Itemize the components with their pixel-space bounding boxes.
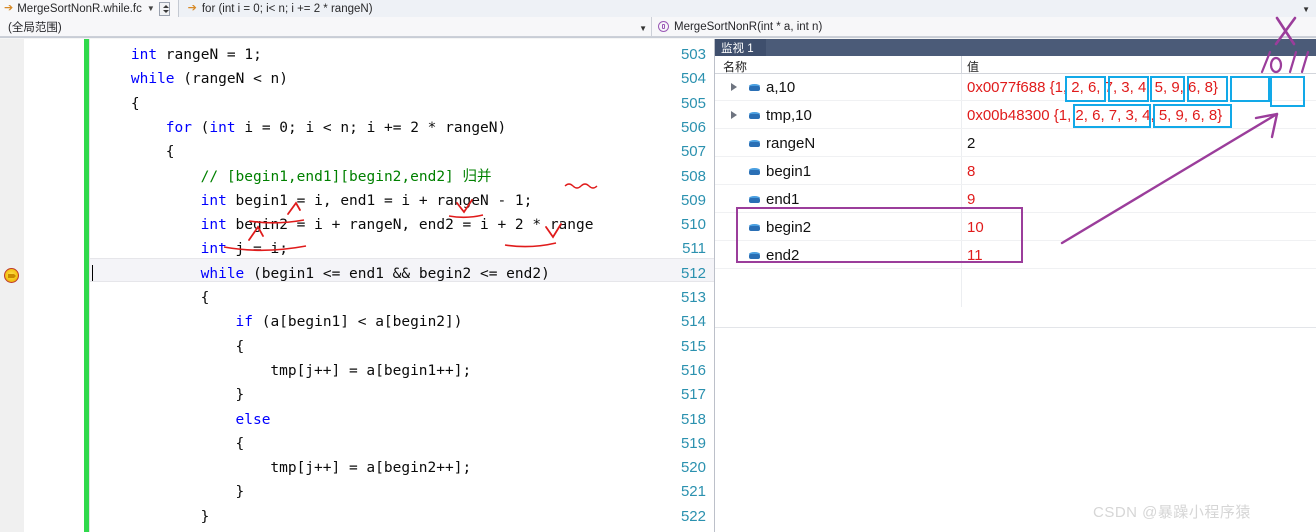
variable-icon xyxy=(749,140,760,148)
watch-row-value[interactable]: 10 xyxy=(967,219,984,236)
statement-tab[interactable]: ➔ for (int i = 0; i< n; i += 2 * rangeN) xyxy=(183,0,373,17)
variable-icon xyxy=(749,168,760,176)
watch-row[interactable]: tmp,10 0x00b48300 {1, 2, 6, 7, 3, 4, 5, 9… xyxy=(715,103,1316,129)
watch-row-name: a,10 xyxy=(766,79,795,96)
code-editor[interactable]: 5035045055065075085095105115125135145155… xyxy=(0,39,714,532)
function-dropdown[interactable]: MergeSortNonR(int * a, int n) xyxy=(652,17,1316,37)
method-icon xyxy=(658,21,669,32)
editor-tab-strip: ➔ MergeSortNonR.while.fc ▼ ➔ for (int i … xyxy=(0,0,1316,18)
code-line[interactable]: { xyxy=(166,145,175,160)
code-line[interactable]: else xyxy=(236,413,271,428)
column-header-name[interactable]: 名称 xyxy=(723,58,747,75)
document-tab-label: MergeSortNonR.while.fc xyxy=(17,3,142,15)
watch-tab-label: 监视 1 xyxy=(721,40,754,56)
editor-indicator-margin[interactable] xyxy=(0,39,24,532)
function-dropdown-label: MergeSortNonR(int * a, int n) xyxy=(674,21,822,33)
code-line[interactable]: tmp[j++] = a[begin2++]; xyxy=(270,461,471,476)
code-line[interactable]: } xyxy=(201,510,210,525)
tab-overflow-chevron-down-icon[interactable]: ▼ xyxy=(1302,5,1310,14)
variable-icon xyxy=(749,112,760,120)
chevron-down-icon[interactable]: ▼ xyxy=(147,4,155,13)
watch-row-name: end1 xyxy=(766,191,799,208)
code-line[interactable]: int j = i; xyxy=(201,242,288,257)
watch-row-value[interactable]: 9 xyxy=(967,191,975,208)
code-line[interactable]: } xyxy=(236,485,245,500)
code-line[interactable]: // [begin1,end1][begin2,end2] 归并 xyxy=(201,170,492,185)
code-line[interactable]: if (a[begin1] < a[begin2]) xyxy=(236,315,463,330)
watch-empty-row[interactable] xyxy=(715,307,1316,328)
watch-panel[interactable]: 监视 1 名称 值 a,10 0x0077f688 {1, 2, 6, 7, 3,… xyxy=(714,39,1316,532)
watch-tab-bar: 监视 1 xyxy=(715,39,1316,56)
document-tab-mergesort[interactable]: ➔ MergeSortNonR.while.fc ▼ xyxy=(0,0,179,17)
right-arrow-icon: ➔ xyxy=(188,3,197,14)
watch-row[interactable]: a,10 0x0077f688 {1, 2, 6, 7, 3, 4, 5, 9, … xyxy=(715,75,1316,101)
expand-chevron-right-icon[interactable] xyxy=(731,111,737,119)
code-line[interactable]: { xyxy=(131,97,140,112)
scope-dropdown[interactable]: (全局范围) ▼ xyxy=(0,17,652,37)
watch-row[interactable]: rangeN 2 xyxy=(715,131,1316,157)
code-line[interactable]: while (begin1 <= end1 && begin2 <= end2) xyxy=(201,267,550,282)
code-line[interactable]: int rangeN = 1; xyxy=(131,48,262,63)
code-line[interactable]: int begin1 = i, end1 = i + rangeN - 1; xyxy=(201,194,533,209)
watch-row-value[interactable]: 0x0077f688 {1, 2, 6, 7, 3, 4, 5, 9, 6, 8… xyxy=(967,79,1218,96)
watch-row-name: rangeN xyxy=(766,135,815,152)
watch-row[interactable]: begin1 8 xyxy=(715,159,1316,185)
watch-row-name: tmp,10 xyxy=(766,107,812,124)
variable-icon xyxy=(749,196,760,204)
code-text-area[interactable]: int rangeN = 1; while (rangeN < n) { for (i… xyxy=(90,39,714,532)
current-statement-arrow-icon[interactable] xyxy=(4,268,19,283)
variable-icon xyxy=(749,252,760,260)
watch-column-header: 名称 值 xyxy=(715,56,1316,74)
column-divider[interactable] xyxy=(961,56,962,74)
statement-tab-label: for (int i = 0; i< n; i += 2 * rangeN) xyxy=(202,3,373,15)
chevron-down-icon[interactable]: ▼ xyxy=(639,24,647,33)
watch-row-name: end2 xyxy=(766,247,799,264)
code-line[interactable]: tmp[j++] = a[begin1++]; xyxy=(270,364,471,379)
code-line[interactable]: { xyxy=(201,291,210,306)
scope-dropdown-label: (全局范围) xyxy=(8,19,62,35)
code-line[interactable]: { xyxy=(236,437,245,452)
expand-chevron-right-icon[interactable] xyxy=(731,83,737,91)
editor-line-number-gutter xyxy=(24,39,84,532)
code-line[interactable]: } xyxy=(236,388,245,403)
watch-row[interactable]: end2 11 xyxy=(715,243,1316,269)
variable-icon xyxy=(749,84,760,92)
watch-row-value[interactable]: 8 xyxy=(967,163,975,180)
watch-row-value[interactable]: 0x00b48300 {1, 2, 6, 7, 3, 4, 5, 9, 6, 8… xyxy=(967,107,1222,124)
watch-row-name: begin1 xyxy=(766,163,811,180)
watch-row-value[interactable]: 11 xyxy=(967,247,983,264)
column-header-value[interactable]: 值 xyxy=(967,58,979,75)
watch-tab-1[interactable]: 监视 1 xyxy=(715,39,766,56)
watermark: CSDN @暴躁小程序猿 xyxy=(1093,501,1251,522)
app-window: ➔ MergeSortNonR.while.fc ▼ ➔ for (int i … xyxy=(0,0,1316,532)
navigation-bar: (全局范围) ▼ MergeSortNonR(int * a, int n) xyxy=(0,17,1316,38)
watch-row[interactable]: begin2 10 xyxy=(715,215,1316,241)
variable-icon xyxy=(749,224,760,232)
code-line[interactable]: while (rangeN < n) xyxy=(131,72,288,87)
watch-row[interactable]: end1 9 xyxy=(715,187,1316,213)
code-line[interactable]: { xyxy=(236,340,245,355)
code-line[interactable]: int begin2 = i + rangeN, end2 = i + 2 * … xyxy=(201,218,594,233)
watch-row-value[interactable]: 2 xyxy=(967,135,975,152)
right-arrow-icon: ➔ xyxy=(4,3,13,14)
spin-updown-icon[interactable] xyxy=(159,2,170,16)
code-line[interactable]: for (int i = 0; i < n; i += 2 * rangeN) xyxy=(166,121,507,136)
watch-row-name: begin2 xyxy=(766,219,811,236)
